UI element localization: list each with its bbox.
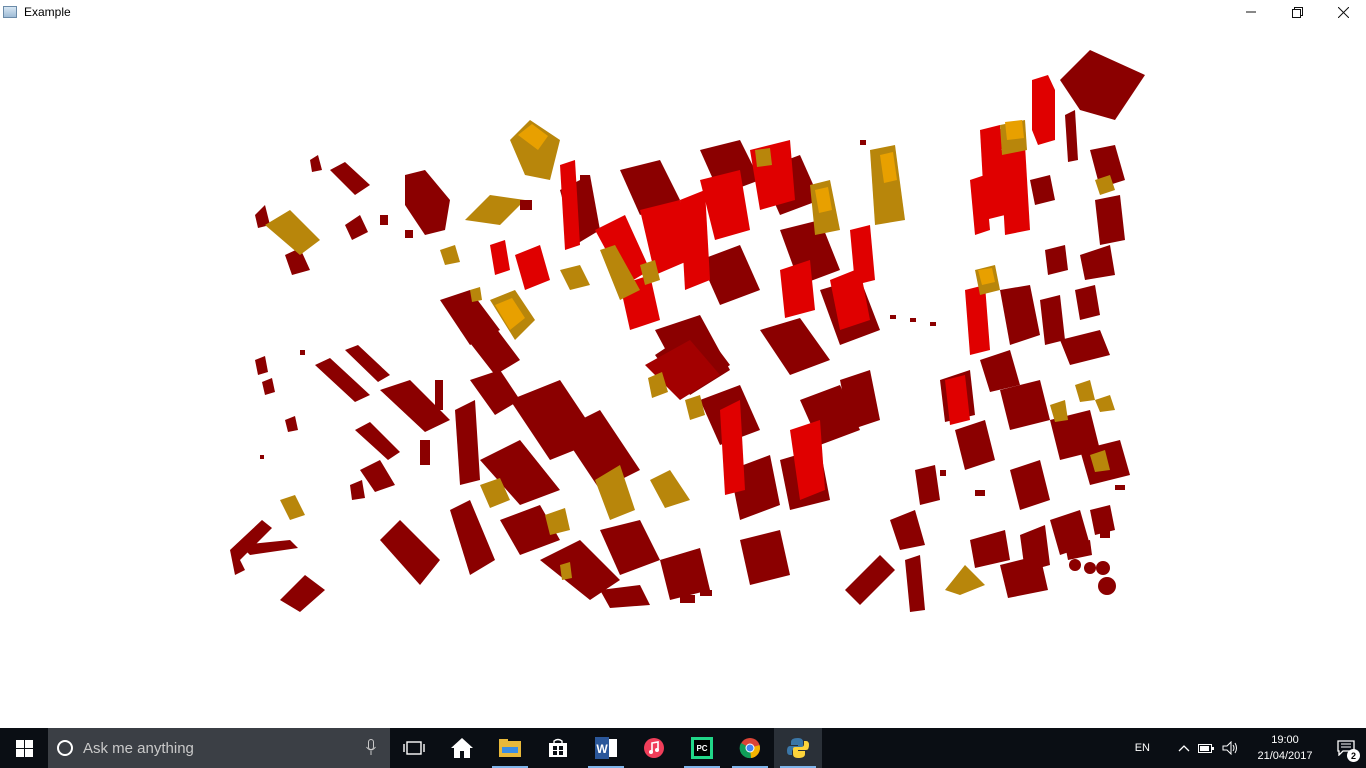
- show-hidden-icons-button[interactable]: [1178, 744, 1190, 752]
- window-controls: [1228, 0, 1366, 24]
- city-buildings-scene: [230, 50, 1145, 612]
- python-button[interactable]: [774, 728, 822, 768]
- 3d-viewport[interactable]: [0, 24, 1366, 728]
- windows-logo-icon: [15, 739, 33, 757]
- title-bar: Example: [0, 0, 1366, 24]
- taskbar: Ask me anything W PC EN 19:00 21/04/2017…: [0, 728, 1366, 768]
- search-placeholder: Ask me anything: [83, 739, 194, 757]
- file-explorer-button[interactable]: [486, 728, 534, 768]
- cortana-icon: [57, 740, 73, 756]
- edge-home-icon: [451, 738, 473, 758]
- action-center-button[interactable]: 2: [1326, 728, 1366, 768]
- chevron-up-icon: [1178, 745, 1190, 752]
- itunes-icon: [644, 738, 664, 758]
- restore-button[interactable]: [1274, 0, 1320, 24]
- task-view-button[interactable]: [390, 728, 438, 768]
- clock-time: 19:00: [1271, 734, 1299, 746]
- power-button[interactable]: [1198, 742, 1214, 754]
- svg-text:W: W: [596, 742, 608, 756]
- close-icon: [1337, 6, 1349, 18]
- east-circles: [1069, 559, 1116, 595]
- input-language[interactable]: EN: [1135, 742, 1150, 754]
- clock-date: 21/04/2017: [1257, 750, 1313, 762]
- volume-button[interactable]: [1222, 741, 1238, 755]
- pycharm-button[interactable]: PC: [678, 728, 726, 768]
- task-view-icon: [403, 741, 425, 755]
- start-button[interactable]: [0, 728, 48, 768]
- svg-text:PC: PC: [696, 744, 707, 753]
- store-button[interactable]: [534, 728, 582, 768]
- center-district: [380, 140, 880, 608]
- word-button[interactable]: W: [582, 728, 630, 768]
- microphone-icon[interactable]: [366, 739, 376, 756]
- app-window-icon: [3, 6, 17, 18]
- cortana-search-box[interactable]: Ask me anything: [48, 728, 390, 768]
- chrome-icon: [739, 738, 760, 759]
- system-tray: EN 19:00 21/04/2017 2: [1135, 728, 1366, 768]
- pycharm-icon: PC: [691, 737, 713, 759]
- notification-count-badge: 2: [1347, 749, 1360, 762]
- chrome-button[interactable]: [726, 728, 774, 768]
- python-icon: [787, 738, 809, 758]
- minimize-icon: [1246, 11, 1256, 13]
- itunes-button[interactable]: [630, 728, 678, 768]
- file-explorer-icon: [499, 739, 521, 757]
- speaker-icon: [1222, 741, 1237, 755]
- taskbar-apps: W PC: [390, 728, 822, 768]
- battery-icon: [1198, 744, 1214, 753]
- close-button[interactable]: [1320, 0, 1366, 24]
- restore-icon: [1291, 6, 1303, 18]
- clock[interactable]: 19:00 21/04/2017: [1250, 732, 1320, 764]
- home-app-button[interactable]: [438, 728, 486, 768]
- window-title: Example: [24, 5, 71, 19]
- store-icon: [549, 738, 567, 757]
- minimize-button[interactable]: [1228, 0, 1274, 24]
- word-icon: W: [595, 737, 617, 759]
